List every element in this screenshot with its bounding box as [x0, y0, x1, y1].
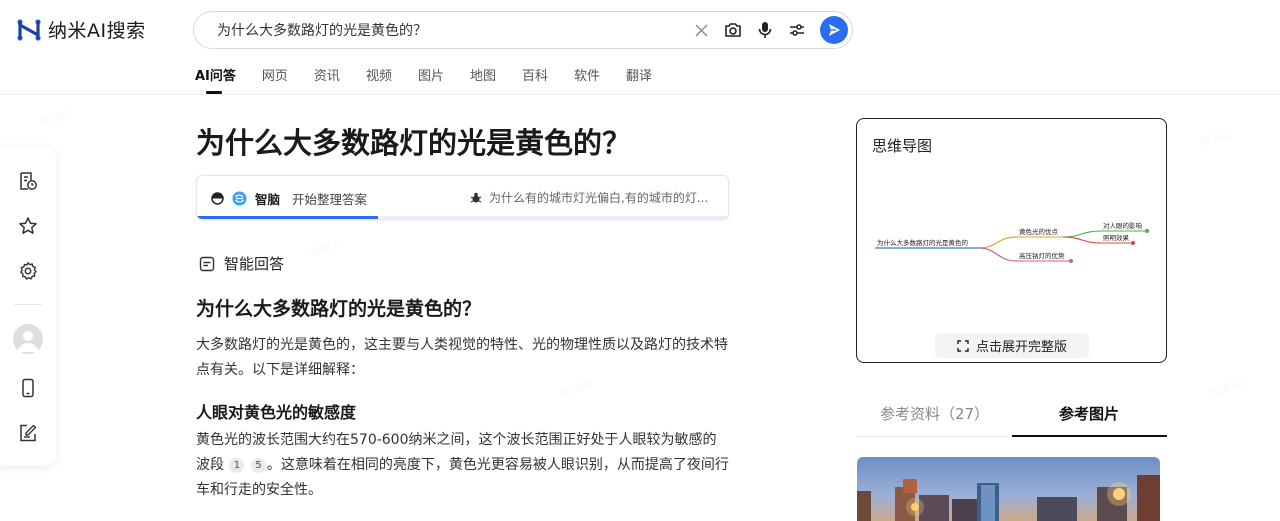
- mindmap-card[interactable]: 思维导图 为什么大多数路灯的光是黄色的 黄色光的优点 高压钠灯的优势 对人眼的影…: [856, 118, 1167, 363]
- star-icon[interactable]: [18, 216, 38, 236]
- brain-logo-icon: [232, 191, 247, 206]
- expand-mindmap-button[interactable]: 点击展开完整版: [935, 333, 1090, 358]
- expand-mindmap-label: 点击展开完整版: [976, 340, 1068, 355]
- reference-tabs: 参考资料（27） 参考图片: [856, 398, 1167, 438]
- left-rail: [0, 146, 56, 466]
- send-icon: [829, 24, 840, 36]
- microphone-icon[interactable]: [756, 21, 774, 39]
- sparkle-bug-icon: [470, 192, 482, 203]
- logo-text: 纳米AI搜索: [48, 20, 146, 42]
- mindmap-node-dot: [1145, 229, 1149, 233]
- send-button[interactable]: [820, 16, 848, 44]
- thinking-status-card: 智脑 开始整理答案 为什么有的城市灯光偏白,有的城市的灯...: [196, 175, 729, 220]
- expand-icon: [957, 339, 969, 352]
- answer-header-label: 智能回答: [224, 255, 285, 273]
- related-question-text: 为什么有的城市灯光偏白,有的城市的灯...: [489, 191, 709, 205]
- tab-reference-images[interactable]: 参考图片: [1059, 403, 1119, 424]
- mindmap-title: 思维导图: [872, 137, 933, 155]
- tab-web[interactable]: 网页: [262, 68, 288, 94]
- brain-label: 智脑: [255, 192, 281, 207]
- tab-encyclopedia[interactable]: 百科: [522, 68, 548, 94]
- citation-badge[interactable]: 1: [229, 458, 245, 473]
- reference-image-thumbnail[interactable]: [857, 457, 1160, 521]
- tab-reference-sources[interactable]: 参考资料（27）: [880, 403, 989, 424]
- history-icon[interactable]: [18, 171, 38, 191]
- answer-section-paragraph: 黄色光的波长范围大约在570-600纳米之间，这个波长范围正好处于人眼较为敏感的…: [196, 428, 730, 503]
- mindmap-root-text: 为什么大多数路灯的光是黄色的: [877, 238, 969, 247]
- section-heading: 人眼对黄色光的敏感度: [196, 403, 357, 422]
- search-tabs: AI问答 网页 资讯 视频 图片 地图 百科 软件 翻译: [195, 68, 678, 94]
- mobile-phone-icon[interactable]: [18, 378, 38, 398]
- progress-fill: [197, 216, 378, 219]
- mindmap-diagram: 为什么大多数路灯的光是黄色的 黄色光的优点 高压钠灯的优势 对人眼的影响 照明效…: [875, 221, 1149, 263]
- camera-icon[interactable]: [724, 21, 742, 39]
- mindmap-edge: [978, 236, 1018, 249]
- settings-gear-icon[interactable]: [18, 261, 38, 281]
- logo-icon: [17, 18, 41, 41]
- answer-header: 智能回答: [199, 253, 284, 274]
- answer-intro-paragraph: 大多数路灯的光是黄色的，这主要与人类视觉的特性、光的物理性质以及路灯的技术特点有…: [196, 337, 728, 378]
- page-title: 为什么大多数路灯的光是黄色的？: [196, 126, 632, 160]
- tab-map[interactable]: 地图: [470, 68, 496, 94]
- active-tab-indicator: [1012, 435, 1167, 437]
- loading-half-circle-icon: [211, 192, 224, 205]
- mindmap-edge: [978, 247, 1018, 262]
- mindmap-leaf-text: 对人眼的影响: [1103, 221, 1143, 230]
- answer-heading: 为什么大多数路灯的光是黄色的？: [196, 298, 482, 320]
- tab-software[interactable]: 软件: [574, 68, 600, 94]
- tab-video[interactable]: 视频: [366, 68, 392, 94]
- tab-ai-answer[interactable]: AI问答: [195, 68, 236, 94]
- filter-icon[interactable]: [788, 21, 806, 39]
- citation-badge[interactable]: 5: [250, 458, 266, 473]
- mindmap-branch-text: 黄色光的优点: [1019, 227, 1059, 236]
- tab-translate[interactable]: 翻译: [626, 68, 652, 94]
- tab-news[interactable]: 资讯: [314, 68, 340, 94]
- rail-divider: [14, 304, 42, 305]
- answer-doc-icon: [199, 256, 215, 271]
- related-question[interactable]: 为什么有的城市灯光偏白,有的城市的灯...: [469, 189, 708, 206]
- search-input[interactable]: [215, 12, 682, 48]
- header-divider: [0, 94, 1280, 95]
- mindmap-branch-text: 高压钠灯的优势: [1019, 251, 1065, 260]
- mindmap-edge: [1062, 236, 1102, 244]
- mindmap-leaf-text: 照明效果: [1103, 233, 1130, 242]
- progress-track: [197, 216, 728, 219]
- paragraph-part-2: 。这意味着在相同的亮度下，黄色光更容易被人眼识别，从而提高了夜间行车和行走的安全…: [196, 457, 729, 498]
- avatar[interactable]: [13, 324, 43, 354]
- mindmap-node-dot: [1131, 241, 1135, 245]
- mindmap-node-dot: [1069, 259, 1073, 263]
- clear-icon[interactable]: [692, 21, 710, 39]
- status-text: 开始整理答案: [292, 192, 368, 207]
- edit-note-icon[interactable]: [18, 423, 38, 443]
- tab-images[interactable]: 图片: [418, 68, 444, 94]
- mindmap-edge: [1062, 230, 1102, 238]
- logo[interactable]: 纳米AI搜索: [16, 16, 146, 43]
- search-box: [193, 11, 853, 49]
